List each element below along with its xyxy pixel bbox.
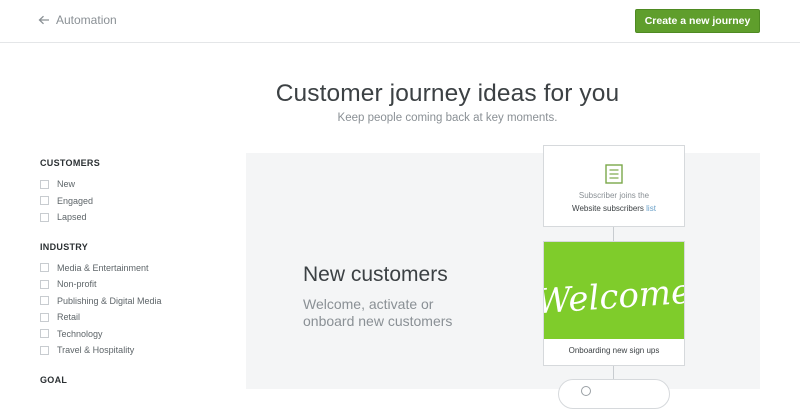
trigger-list: Website subscribers list — [544, 204, 684, 213]
welcome-lettering: Welcome — [544, 272, 684, 323]
filter-group-title: INDUSTRY — [40, 241, 89, 252]
email-step-caption: Onboarding new sign ups — [568, 346, 660, 355]
filter-option-technology[interactable]: Technology — [40, 326, 220, 343]
filter-option-engaged[interactable]: Engaged — [40, 193, 220, 210]
welcome-illustration: Welcome — [544, 272, 684, 323]
flow-connector — [613, 227, 614, 241]
filter-option-label: Retail — [57, 312, 81, 323]
filter-option-publishing[interactable]: Publishing & Digital Media — [40, 293, 220, 310]
page-subtitle: Keep people coming back at key moments. — [337, 112, 558, 124]
filter-option-label: Technology — [57, 328, 103, 339]
filter-group-title: GOAL — [40, 374, 68, 385]
filter-option-label: Publishing & Digital Media — [57, 295, 162, 306]
checkbox[interactable] — [40, 263, 49, 273]
filter-option-label: Lapsed — [57, 212, 87, 223]
flow-connector — [613, 366, 614, 379]
filter-group-goal: GOAL — [40, 375, 220, 385]
filter-group-industry: INDUSTRY Media & Entertainment Non-profi… — [40, 242, 220, 359]
filter-option-travel[interactable]: Travel & Hospitality — [40, 342, 220, 359]
filter-group-customers: CUSTOMERS New Engaged Lapsed — [40, 158, 220, 226]
journey-idea-title: New customers — [303, 263, 448, 286]
back-link[interactable]: Automation — [38, 13, 117, 27]
page-title: Customer journey ideas for you — [275, 80, 620, 107]
filter-group-title: CUSTOMERS — [40, 158, 101, 168]
trigger-text: Subscriber joins the — [578, 191, 650, 200]
filter-option-label: Non-profit — [57, 279, 97, 290]
checkbox[interactable] — [40, 196, 49, 206]
top-bar: Automation Create a new journey — [0, 0, 800, 43]
trigger-list-link[interactable]: list — [646, 204, 656, 213]
back-link-label: Automation — [56, 13, 117, 27]
filter-option-media[interactable]: Media & Entertainment — [40, 260, 220, 277]
next-step-card — [558, 379, 670, 409]
list-icon — [605, 164, 623, 184]
create-journey-button[interactable]: Create a new journey — [635, 9, 760, 33]
email-preview-image: Welcome — [544, 242, 684, 339]
journey-idea-description: Welcome, activate or onboard new custome… — [303, 296, 453, 329]
clock-icon — [581, 386, 591, 396]
checkbox[interactable] — [40, 212, 49, 222]
trigger-list-name: Website subscribers — [572, 204, 647, 213]
checkbox[interactable] — [40, 179, 49, 189]
trigger-step-card: Subscriber joins the Website subscribers… — [543, 145, 685, 227]
filter-option-label: Engaged — [57, 195, 94, 206]
checkbox[interactable] — [40, 296, 49, 306]
checkbox[interactable] — [40, 345, 49, 355]
page-header: Customer journey ideas for you Keep peop… — [0, 80, 800, 124]
filter-option-nonprofit[interactable]: Non-profit — [40, 276, 220, 293]
filter-option-label: Media & Entertainment — [57, 262, 149, 273]
email-step-card: Welcome Onboarding new sign ups — [543, 241, 685, 366]
filter-option-label: New — [57, 179, 76, 190]
filter-sidebar: CUSTOMERS New Engaged Lapsed INDUSTRY Me… — [40, 158, 220, 401]
checkbox[interactable] — [40, 279, 49, 289]
filter-option-retail[interactable]: Retail — [40, 309, 220, 326]
filter-option-lapsed[interactable]: Lapsed — [40, 209, 220, 226]
arrow-left-icon — [38, 15, 49, 25]
checkbox[interactable] — [40, 329, 49, 339]
filter-option-label: Travel & Hospitality — [57, 345, 135, 356]
checkbox[interactable] — [40, 312, 49, 322]
filter-option-new[interactable]: New — [40, 176, 220, 193]
